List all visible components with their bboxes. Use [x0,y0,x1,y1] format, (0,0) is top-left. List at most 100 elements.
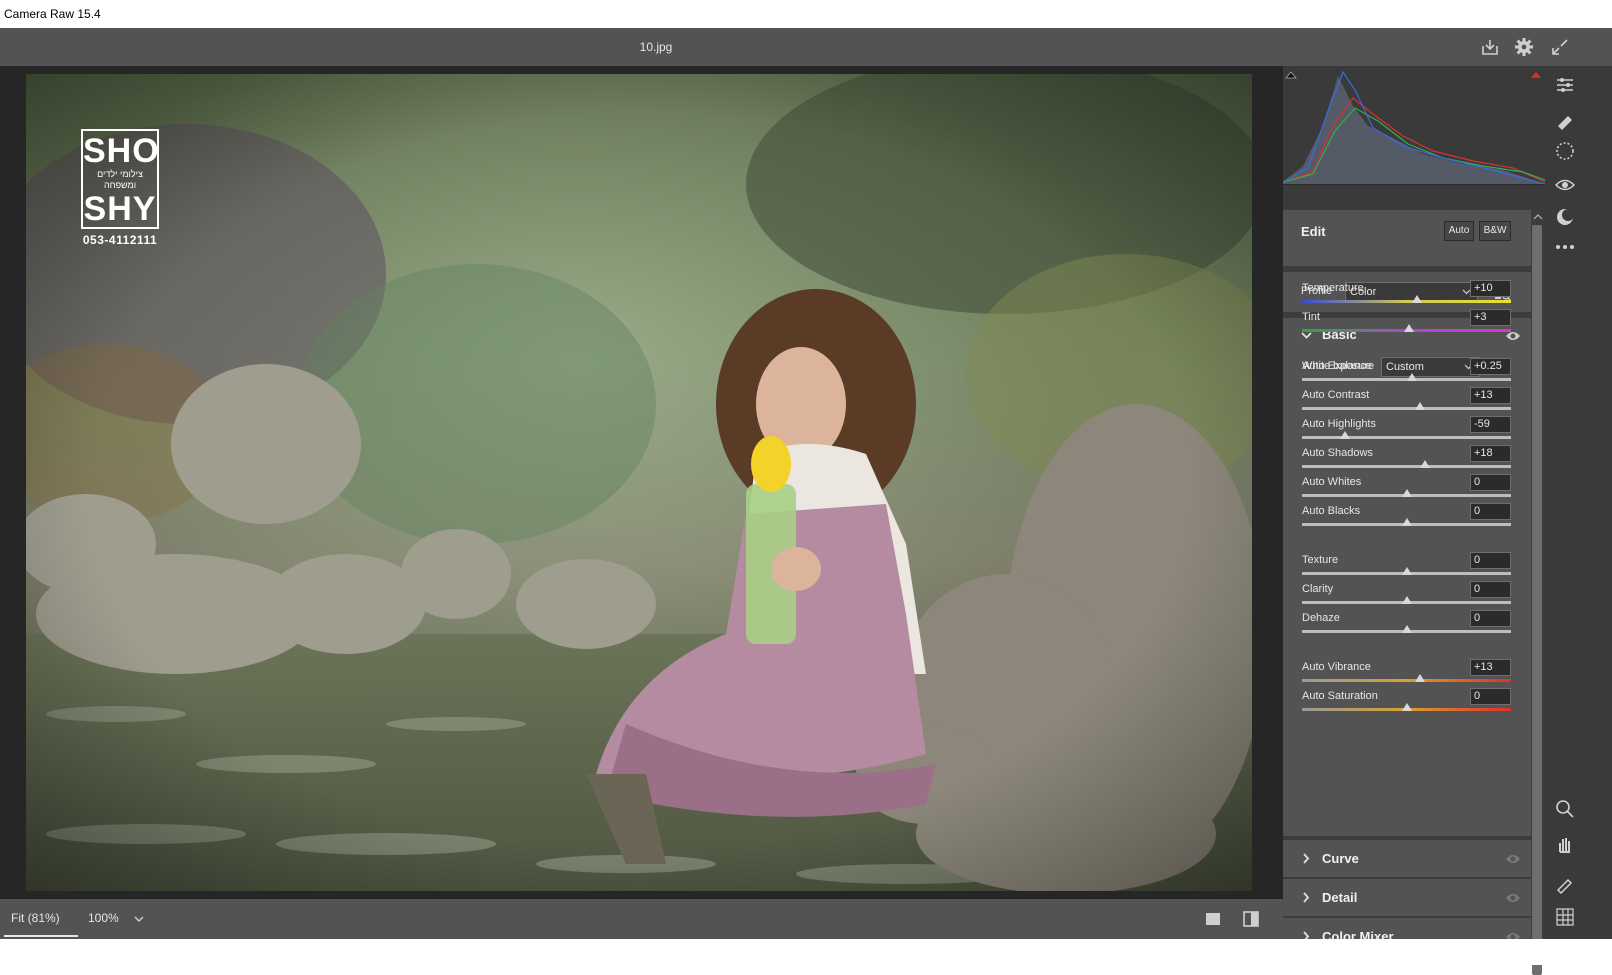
watermark-line2: SHY [83,190,157,228]
bw-button[interactable]: B&W [1479,221,1511,241]
slider-track[interactable] [1302,407,1511,410]
detail-section[interactable]: Detail [1283,879,1531,916]
shadow-clipping-icon[interactable] [1285,71,1297,79]
chevron-right-icon [1303,931,1310,939]
bottom-toolbar: Fit (81%) 100% [0,899,1283,939]
watermark-logo: SHO צילומי ילדים ומשפחה SHY 053-4112111 [81,129,159,247]
hand-tool-icon[interactable] [1554,832,1576,854]
slider-texture[interactable]: Texture 0 [1283,552,1531,583]
slider-thumb[interactable] [1415,402,1426,410]
color-sampler-icon[interactable] [1554,872,1576,894]
mask-icon[interactable] [1554,140,1576,162]
slider-thumb[interactable] [1420,460,1431,468]
slider-auto-contrast[interactable]: Auto Contrast +13 [1283,387,1531,418]
edit-title: Edit [1301,224,1326,239]
slider-thumb[interactable] [1401,596,1412,604]
slider-value-field[interactable]: +0.25 [1470,358,1511,375]
curve-title[interactable]: Curve [1322,851,1359,866]
slider-track[interactable] [1302,679,1511,682]
histogram-info-bar [1283,184,1545,210]
slider-label: Clarity [1302,583,1334,595]
eye-icon[interactable] [1505,892,1521,904]
slider-label: Auto Blacks [1302,505,1361,517]
edit-panel: Edit Auto B&W Profile Color Basic White … [1283,210,1531,939]
zoom-100-button[interactable]: 100% [80,899,130,937]
zoom-fit-button[interactable]: Fit (81%) [4,899,78,937]
slider-clarity[interactable]: Clarity 0 [1283,581,1531,612]
slider-dehaze[interactable]: Dehaze 0 [1283,610,1531,641]
single-view-icon[interactable] [1203,909,1223,929]
red-eye-icon[interactable] [1554,174,1576,196]
zoom-tool-icon[interactable] [1554,798,1576,820]
right-tool-strip [1545,66,1612,939]
slider-value-field[interactable]: -59 [1470,416,1511,433]
slider-label: Dehaze [1302,612,1340,624]
slider-thumb[interactable] [1401,489,1412,497]
slider-auto-highlights[interactable]: Auto Highlights -59 [1283,416,1531,447]
save-icon[interactable] [1480,37,1500,57]
image-canvas[interactable]: SHO צילומי ילדים ומשפחה SHY 053-4112111 [0,66,1283,899]
slider-track[interactable] [1302,436,1511,439]
slider-label: Tint [1302,311,1320,323]
zoom-dropdown-icon[interactable] [132,912,146,926]
healing-brush-icon[interactable] [1554,108,1576,130]
slider-label: Auto Contrast [1302,389,1370,401]
slider-thumb[interactable] [1401,518,1412,526]
gear-icon[interactable] [1514,37,1534,57]
highlight-clipping-icon[interactable] [1531,72,1541,78]
slider-thumb[interactable] [1403,324,1414,332]
slider-auto-whites[interactable]: Auto Whites 0 [1283,474,1531,505]
curve-section[interactable]: Curve [1283,840,1531,877]
fullscreen-icon[interactable] [1550,37,1570,57]
slider-thumb[interactable] [1401,567,1412,575]
detail-title[interactable]: Detail [1322,890,1357,905]
scrollbar-thumb[interactable] [1532,225,1542,975]
more-icon[interactable] [1554,236,1576,258]
slider-value-field[interactable]: +13 [1470,659,1511,676]
watermark-subtitle: צילומי ילדים ומשפחה [97,169,143,190]
bottom-strip [0,939,1612,965]
grid-icon[interactable] [1554,906,1576,928]
slider-auto-shadows[interactable]: Auto Shadows +18 [1283,445,1531,476]
photo-preview[interactable]: SHO צילומי ילדים ומשפחה SHY 053-4112111 [26,74,1252,891]
slider-thumb[interactable] [1415,674,1426,682]
slider-value-field[interactable]: +3 [1470,309,1511,326]
slider-value-field[interactable]: 0 [1470,581,1511,598]
edit-sliders-icon[interactable] [1554,74,1576,96]
slider-thumb[interactable] [1411,295,1422,303]
color-mixer-title[interactable]: Color Mixer [1322,929,1394,939]
slider-thumb[interactable] [1401,703,1412,711]
slider-track[interactable] [1302,300,1511,303]
before-after-icon[interactable] [1241,909,1261,929]
eye-icon[interactable] [1505,931,1521,939]
slider-value-field[interactable]: 0 [1470,552,1511,569]
slider-label: Auto Highlights [1302,418,1376,430]
slider-thumb[interactable] [1339,431,1350,439]
slider-auto-blacks[interactable]: Auto Blacks 0 [1283,503,1531,534]
slider-value-field[interactable]: 0 [1470,688,1511,705]
slider-auto-vibrance[interactable]: Auto Vibrance +13 [1283,659,1531,690]
top-toolbar: 10.jpg [0,28,1612,66]
scroll-up-icon[interactable] [1533,213,1543,221]
slider-value-field[interactable]: 0 [1470,503,1511,520]
slider-value-field[interactable]: +13 [1470,387,1511,404]
slider-temperature[interactable]: Temperature +10 [1283,280,1531,311]
slider-value-field[interactable]: +18 [1470,445,1511,462]
slider-auto-exposure[interactable]: Auto Exposure +0.25 [1283,358,1531,389]
watermark-phone: 053-4112111 [82,233,158,247]
slider-track[interactable] [1302,465,1511,468]
chevron-right-icon [1303,892,1310,903]
eye-icon[interactable] [1505,853,1521,865]
slider-value-field[interactable]: 0 [1470,610,1511,627]
slider-value-field[interactable]: 0 [1470,474,1511,491]
slider-thumb[interactable] [1401,625,1412,633]
slider-value-field[interactable]: +10 [1470,280,1511,297]
slider-thumb[interactable] [1406,373,1417,381]
presets-icon[interactable] [1554,206,1576,228]
slider-auto-saturation[interactable]: Auto Saturation 0 [1283,688,1531,719]
color-mixer-section[interactable]: Color Mixer [1283,918,1531,939]
slider-tint[interactable]: Tint +3 [1283,309,1531,340]
panel-scrollbar[interactable] [1531,210,1545,975]
watermark-line1: SHO [83,132,160,170]
auto-button[interactable]: Auto [1444,221,1474,241]
